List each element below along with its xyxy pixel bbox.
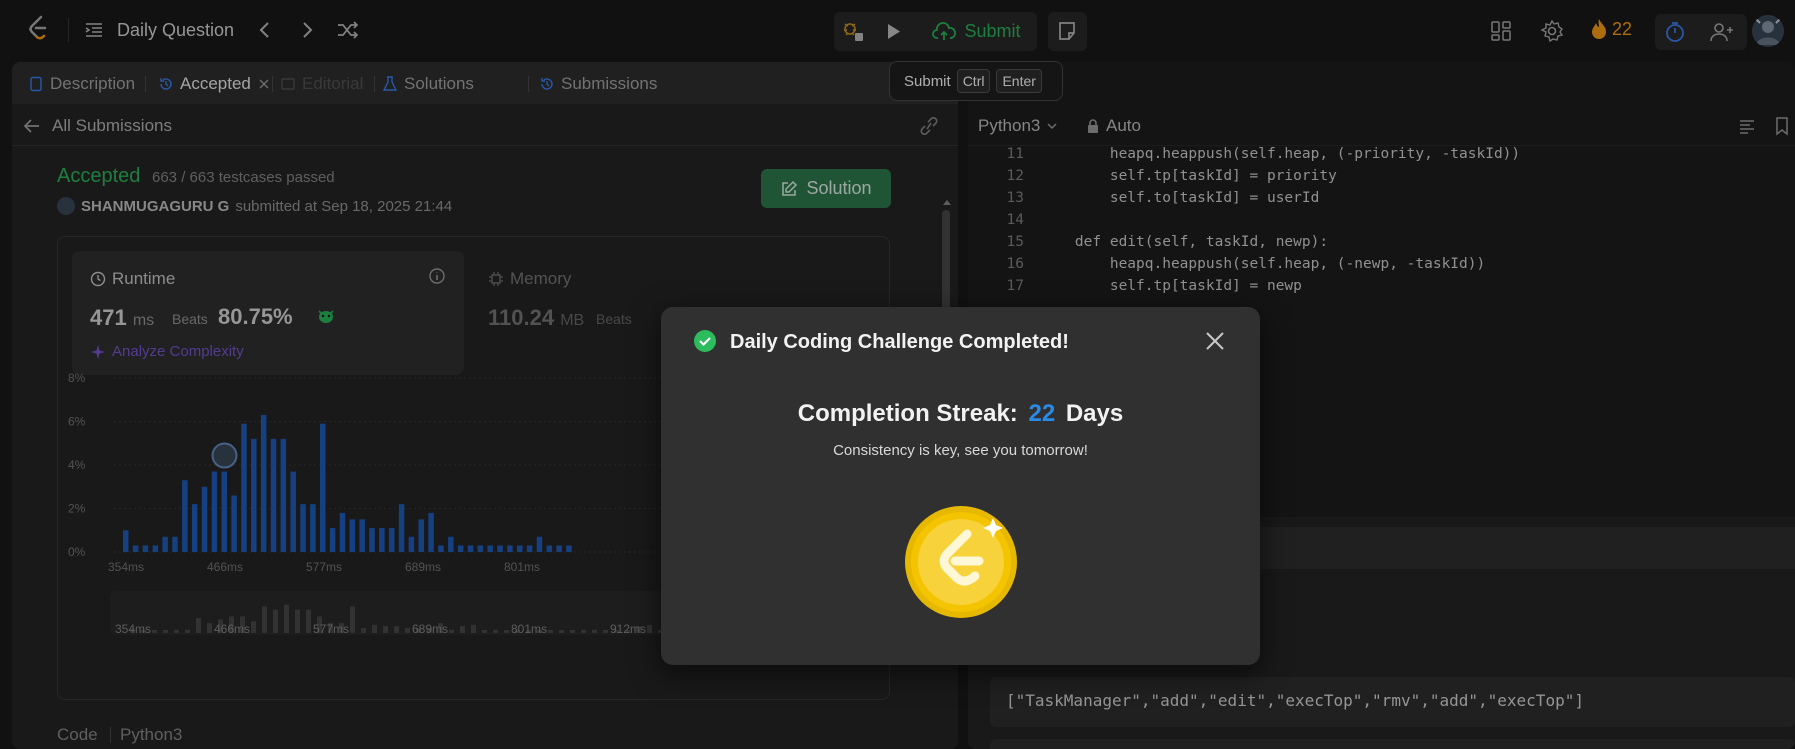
streak-line: Completion Streak: 22 Days — [661, 400, 1260, 428]
close-icon[interactable] — [1203, 329, 1227, 353]
streak-value: 22 — [1028, 400, 1056, 427]
streak-label: Completion Streak: — [797, 400, 1018, 427]
check-circle-icon — [694, 330, 716, 352]
modal-subtitle: Consistency is key, see you tomorrow! — [833, 442, 1088, 459]
streak-unit: Days — [1065, 400, 1124, 427]
completion-modal: Daily Coding Challenge Completed! Comple… — [661, 307, 1260, 665]
modal-title: Daily Coding Challenge Completed! — [730, 331, 1069, 353]
coin-icon — [905, 506, 1017, 618]
